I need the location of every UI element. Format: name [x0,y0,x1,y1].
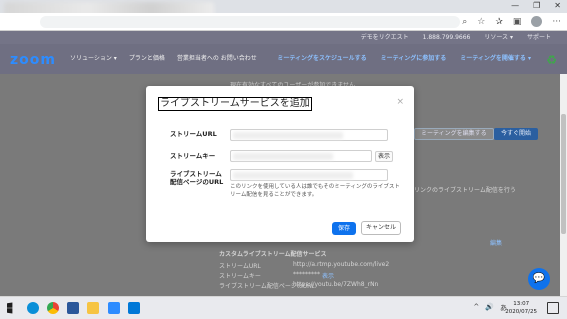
page-url-value-blurred [233,172,353,179]
toolbar-icons: ⌕ ☆ ✰ ▣ ··· [462,16,561,28]
clock[interactable]: 13:07 2020/07/25 [505,300,537,316]
nav-plans[interactable]: プランと価格 [129,44,165,74]
chrome-icon[interactable] [47,302,59,314]
system-tray: ^ 🔊 あ [473,303,507,313]
volume-icon[interactable]: 🔊 [485,303,494,313]
page-scrollbar[interactable] [560,74,567,296]
bg-stream-key-label: ストリームキー [219,273,261,280]
chat-bubble-icon[interactable]: 💬 [528,268,550,290]
store-icon[interactable] [128,302,140,314]
stream-url-label: ストリームURL [170,130,217,138]
taskbar: ^ 🔊 あ 13:07 2020/07/25 [0,296,567,319]
nav-host-meeting[interactable]: ミーティングを開催する ▾ [460,44,531,74]
zoom-navbar: zoom ソリューション ▾ プランと価格 営業担当者への お問い合わせ ミーテ… [0,44,567,74]
stream-url-value-blurred [233,132,343,139]
close-window-icon[interactable]: ✕ [554,0,561,13]
clock-date: 2020/07/25 [505,309,537,315]
tab-icon[interactable]: ▣ [513,16,522,28]
nav-join-meeting[interactable]: ミーティングに参加する [381,44,447,74]
zoom-top-strip: デモをリクエスト 1.888.799.9666 リソース ▾ サポート [0,31,567,44]
notification-icon[interactable] [547,302,559,314]
nav-schedule-meeting[interactable]: ミーティングをスケジュールする [277,44,366,74]
bg-stream-key-value: ********* [293,271,320,278]
show-key-button[interactable]: 表示 [375,151,394,162]
bg-stream-url-value: http://a.rtmp.youtube.com/live2 [293,261,390,268]
more-icon[interactable]: ··· [552,16,561,28]
cancel-button[interactable]: キャンセル [361,221,401,235]
page-url-label: ライブストリーム配信ページのURL [170,170,224,186]
collection-icon[interactable]: ✰ [495,16,503,28]
minimize-icon[interactable]: — [511,0,519,13]
edge-icon[interactable] [27,302,39,314]
bg-custom-header: カスタムライブストリーム配信サービス [219,251,327,258]
nav-contact-sales[interactable]: 営業担当者への お問い合わせ [177,44,257,74]
url-input[interactable] [40,16,460,28]
close-icon[interactable]: × [396,97,404,107]
edit-meeting-button[interactable]: ミーティングを編集する [414,128,494,140]
file-explorer-icon[interactable] [87,302,99,314]
windows-start-icon[interactable] [7,302,13,314]
address-bar: ⌕ ☆ ✰ ▣ ··· [0,13,567,31]
bg-edit-link[interactable]: 編集 [490,238,502,247]
phone-number: 1.888.799.9666 [422,34,471,41]
recycle-icon: ♻ [546,53,557,67]
zoom-logo[interactable]: zoom [10,52,56,68]
help-text: このリンクを使用している人は誰でもそのミーティングのライブストリーム配信を見るこ… [230,184,400,198]
star-icon[interactable]: ☆ [477,16,485,28]
scroll-thumb[interactable] [561,114,566,234]
start-now-button[interactable]: 今すぐ開始 [494,128,539,140]
bg-page-url-value: https://youtu.be/7ZWh8_rNn [293,281,379,288]
request-demo-link[interactable]: デモをリクエスト [361,31,409,44]
stream-key-value-blurred [233,153,333,160]
support-link[interactable]: サポート [527,31,551,44]
stream-key-input[interactable] [230,150,372,162]
dialog-title: ライブストリームサービスを追加 [158,97,312,111]
tray-expand-icon[interactable]: ^ [473,303,479,313]
screen: — ❐ ✕ ⌕ ☆ ✰ ▣ ··· デモをリクエスト 1.888.799.966… [0,0,567,319]
bg-show-link[interactable]: 表示 [322,271,334,280]
bg-stream-url-label: ストリームURL [219,263,261,270]
add-livestream-dialog: ライブストリームサービスを追加 × ストリームURL ストリームキー 表示 ライ… [146,86,414,242]
resources-link[interactable]: リソース ▾ [484,31,513,44]
profile-icon[interactable] [531,16,543,27]
bg-livestream-text: リンクのライブストリーム配信を行う [414,187,516,194]
page-url-input[interactable] [230,169,388,181]
clock-time: 13:07 [513,301,530,307]
nav-solutions[interactable]: ソリューション ▾ [70,44,117,74]
stream-url-input[interactable] [230,129,388,141]
save-button[interactable]: 保存 [332,222,356,235]
word-icon[interactable] [67,302,79,314]
stream-key-label: ストリームキー [170,152,216,160]
browser-titlebar: — ❐ ✕ [0,0,567,26]
zoom-app-icon[interactable] [108,302,120,314]
window-controls: — ❐ ✕ [511,0,561,13]
maximize-icon[interactable]: ❐ [533,0,540,13]
search-icon[interactable]: ⌕ [462,16,467,28]
